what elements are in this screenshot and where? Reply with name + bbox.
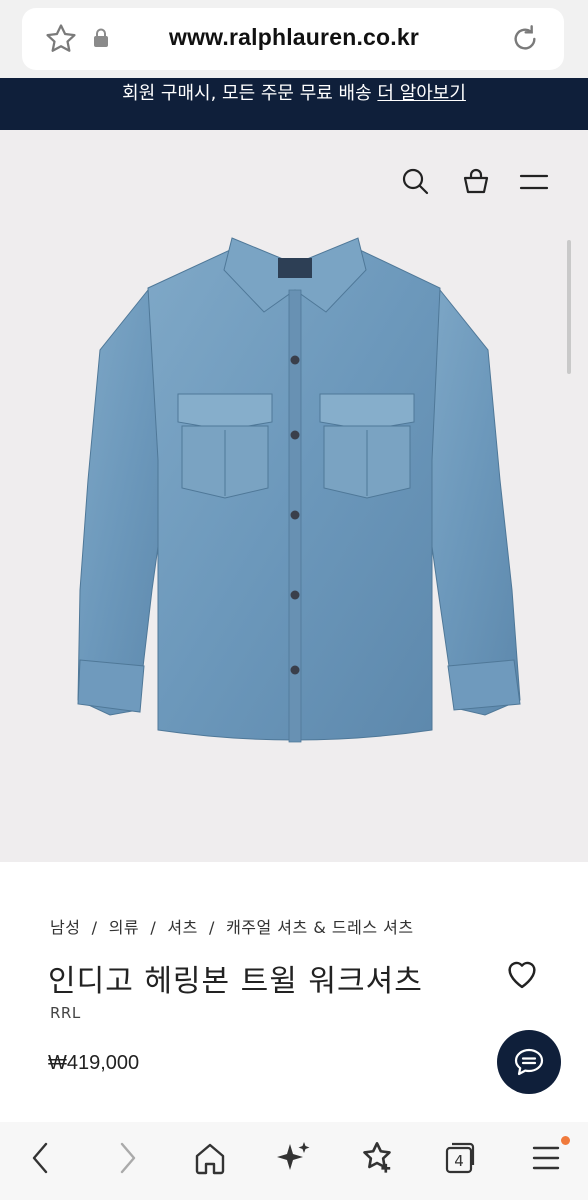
url-text[interactable]: www.ralphlauren.co.kr <box>0 24 588 51</box>
promo-learn-more-link[interactable]: 더 알아보기 <box>377 83 466 104</box>
promo-text: 회원 구매시, 모든 주문 무료 배송 <box>122 83 378 104</box>
heart-icon[interactable] <box>503 956 541 990</box>
scrollbar[interactable] <box>567 240 571 374</box>
product-image[interactable] <box>60 230 530 770</box>
notification-dot <box>561 1136 570 1145</box>
product-image-gallery[interactable]: 1 6 <box>0 130 588 954</box>
bookmark-star-icon[interactable] <box>359 1136 395 1180</box>
chat-icon <box>514 1048 544 1076</box>
breadcrumb-item-casual-dress-shirts[interactable]: 캐주얼 셔츠 & 드레스 셔츠 <box>226 918 414 937</box>
menu-icon[interactable] <box>519 170 549 194</box>
forward-icon[interactable] <box>112 1136 142 1180</box>
bag-icon[interactable] <box>461 166 491 196</box>
search-icon[interactable] <box>400 166 430 196</box>
product-title: 인디고 헤링본 트윌 워크셔츠 <box>48 964 423 999</box>
promo-banner: 회원 구매시, 모든 주문 무료 배송 더 알아보기 <box>0 78 588 130</box>
breadcrumb-item-shirts[interactable]: 셔츠 <box>167 918 197 937</box>
sparkle-icon[interactable] <box>276 1136 312 1180</box>
menu-icon[interactable] <box>530 1136 562 1180</box>
breadcrumb: 남성 / 의류 / 셔츠 / 캐주얼 셔츠 & 드레스 셔츠 <box>50 918 414 937</box>
breadcrumb-item-clothing[interactable]: 의류 <box>109 918 139 937</box>
home-icon[interactable] <box>192 1136 228 1180</box>
chat-button[interactable] <box>497 1030 561 1094</box>
reload-icon[interactable] <box>509 22 541 56</box>
product-brand: RRL <box>50 1004 81 1022</box>
back-icon[interactable] <box>26 1136 56 1180</box>
tabs-icon[interactable]: 4 <box>443 1136 477 1180</box>
browser-bottom-bar: 4 <box>0 1122 588 1200</box>
tabs-count: 4 <box>454 1152 464 1170</box>
product-price: ₩419,000 <box>48 1052 140 1074</box>
browser-toolbar: www.ralphlauren.co.kr <box>0 0 588 78</box>
breadcrumb-item-men[interactable]: 남성 <box>50 918 80 937</box>
